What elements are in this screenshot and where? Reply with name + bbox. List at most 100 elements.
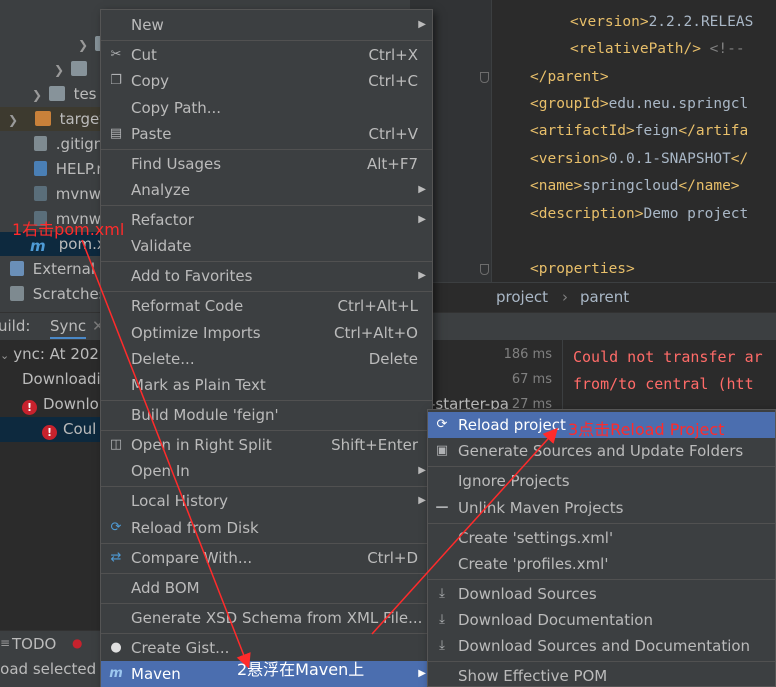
menu-item-cut[interactable]: ✂ Cut Ctrl+X bbox=[101, 42, 432, 68]
error-icon: ! bbox=[22, 400, 37, 415]
menu-item-delete[interactable]: Delete... Delete bbox=[101, 346, 432, 372]
menu-item-download-docs[interactable]: ⤓ Download Documentation bbox=[428, 607, 775, 633]
menu-item-generate-sources[interactable]: ▣ Generate Sources and Update Folders bbox=[428, 438, 775, 464]
chevron-down-icon[interactable]: ⌄ bbox=[0, 349, 9, 362]
menu-item-find-usages[interactable]: Find Usages Alt+F7 bbox=[101, 151, 432, 177]
fold-marker-icon[interactable] bbox=[480, 264, 489, 275]
code-editor[interactable]: <version>2.2.2.RELEAS <relativePath/> <!… bbox=[410, 0, 776, 282]
tree-item[interactable]: Scratches bbox=[10, 282, 107, 306]
tree-item[interactable]: mvnw bbox=[34, 182, 101, 206]
breadcrumb: project › parent bbox=[410, 282, 776, 312]
menu-item-build-module[interactable]: Build Module 'feign' bbox=[101, 402, 432, 428]
split-icon: ◫ bbox=[109, 437, 123, 452]
menu-separator bbox=[101, 205, 432, 206]
menu-item-download-sources-docs[interactable]: ⤓ Download Sources and Documentation bbox=[428, 633, 775, 659]
menu-item-refactor[interactable]: Refactor ▶ bbox=[101, 207, 432, 233]
menu-item-create-settings[interactable]: Create 'settings.xml' bbox=[428, 525, 775, 551]
menu-item-open-right-split[interactable]: ◫ Open in Right Split Shift+Enter bbox=[101, 432, 432, 458]
menu-item-local-history[interactable]: Local History ▶ bbox=[101, 488, 432, 514]
menu-item-copy[interactable]: ❐ Copy Ctrl+C bbox=[101, 68, 432, 94]
tab-sync[interactable]: Sync bbox=[50, 317, 87, 339]
menu-item-compare-with[interactable]: ⇄ Compare With... Ctrl+D bbox=[101, 545, 432, 571]
menu-item-add-bom[interactable]: Add BOM bbox=[101, 575, 432, 601]
tree-item-target[interactable]: ❯ target bbox=[0, 107, 105, 132]
menu-item-new[interactable]: New ▶ bbox=[101, 12, 432, 38]
library-icon bbox=[10, 261, 24, 276]
chevron-right-icon[interactable]: ❯ bbox=[76, 33, 90, 57]
menu-item-open-in[interactable]: Open In ▶ bbox=[101, 458, 432, 484]
reload-icon: ⟳ bbox=[436, 417, 448, 432]
build-row[interactable]: ! Downlo bbox=[22, 392, 99, 417]
menu-separator bbox=[101, 633, 432, 634]
menu-separator bbox=[101, 486, 432, 487]
menu-item-paste[interactable]: ▤ Paste Ctrl+V bbox=[101, 121, 432, 147]
folder-icon bbox=[48, 86, 65, 101]
menu-item-show-effective-pom[interactable]: Show Effective POM bbox=[428, 663, 775, 687]
menu-separator bbox=[428, 523, 775, 524]
submenu-arrow-icon: ▶ bbox=[418, 270, 426, 281]
markdown-icon bbox=[34, 161, 47, 176]
menu-separator bbox=[428, 661, 775, 662]
menu-item-create-profiles[interactable]: Create 'profiles.xml' bbox=[428, 551, 775, 577]
maven-icon: m bbox=[109, 666, 123, 681]
menu-item-ignore-projects[interactable]: Ignore Projects bbox=[428, 468, 775, 494]
cut-icon: ✂ bbox=[110, 47, 122, 62]
menu-separator bbox=[101, 291, 432, 292]
code-line: <name>springcloud</name> bbox=[530, 178, 740, 194]
menu-item-copy-path[interactable]: Copy Path... bbox=[101, 95, 432, 121]
chevron-right-icon[interactable]: ❯ bbox=[30, 83, 44, 107]
menu-item-mark-plain-text[interactable]: Mark as Plain Text bbox=[101, 372, 432, 398]
submenu-arrow-icon: ▶ bbox=[418, 214, 426, 225]
download-icon: ⤓ bbox=[439, 638, 445, 653]
code-line: <version>2.2.2.RELEAS bbox=[570, 14, 754, 30]
shell-icon bbox=[34, 186, 47, 201]
timing-label: 67 ms bbox=[511, 372, 552, 387]
menu-item-unlink-maven[interactable]: — Unlink Maven Projects bbox=[428, 495, 775, 521]
tree-item[interactable]: ❯ tes bbox=[30, 82, 97, 106]
tree-item[interactable]: HELP.n bbox=[34, 157, 106, 181]
console-line: Could not transfer ar bbox=[573, 348, 763, 366]
annotation-step2: 2悬浮在Maven上 bbox=[237, 660, 365, 679]
menu-item-add-to-favorites[interactable]: Add to Favorites ▶ bbox=[101, 263, 432, 289]
tree-item[interactable]: .gitign bbox=[34, 132, 103, 156]
scratch-icon bbox=[10, 286, 24, 301]
menu-item-reformat-code[interactable]: Reformat Code Ctrl+Alt+L bbox=[101, 293, 432, 319]
chevron-right-icon[interactable]: ❯ bbox=[6, 108, 20, 132]
compare-icon: ⇄ bbox=[110, 550, 122, 565]
tree-item[interactable]: External L bbox=[10, 257, 108, 281]
maven-submenu: ⟳ Reload project ▣ Generate Sources and Up… bbox=[427, 409, 776, 687]
menu-item-download-sources[interactable]: ⤓ Download Sources bbox=[428, 581, 775, 607]
github-icon: ● bbox=[110, 640, 122, 655]
chevron-right-icon[interactable]: ❯ bbox=[52, 58, 66, 82]
menu-separator bbox=[101, 40, 432, 41]
file-icon bbox=[34, 136, 47, 151]
fold-marker-icon[interactable] bbox=[480, 72, 489, 83]
menu-item-generate-xsd[interactable]: Generate XSD Schema from XML File... bbox=[101, 605, 432, 631]
menu-item-reload-from-disk[interactable]: ⟳ Reload from Disk bbox=[101, 515, 432, 541]
reload-icon: ⟳ bbox=[110, 520, 122, 535]
tree-item[interactable]: ❯ bbox=[52, 57, 91, 81]
menu-item-validate[interactable]: Validate bbox=[101, 233, 432, 259]
submenu-arrow-icon: ▶ bbox=[418, 495, 426, 506]
context-menu: New ▶ ✂ Cut Ctrl+X ❐ Copy Ctrl+C Copy Path...… bbox=[100, 9, 433, 687]
build-row[interactable]: ⌄ ync: At 2021 bbox=[0, 342, 109, 367]
code-line: <properties> bbox=[530, 261, 635, 277]
folder-icon bbox=[70, 61, 87, 76]
problems-icon[interactable]: ● bbox=[72, 636, 82, 650]
download-icon: ⤓ bbox=[439, 586, 445, 601]
breadcrumb-item[interactable]: project bbox=[496, 285, 548, 309]
menu-item-analyze[interactable]: Analyze ▶ bbox=[101, 177, 432, 203]
menu-separator bbox=[101, 149, 432, 150]
minus-icon: — bbox=[435, 500, 449, 515]
submenu-arrow-icon: ▶ bbox=[418, 668, 426, 679]
breadcrumb-item[interactable]: parent bbox=[580, 285, 629, 309]
tab-todo[interactable]: TODO bbox=[12, 635, 56, 653]
code-line: <relativePath/> <!-- bbox=[570, 41, 745, 57]
code-line: <version>0.0.1-SNAPSHOT</ bbox=[530, 151, 749, 167]
menu-separator bbox=[101, 603, 432, 604]
build-row-selected[interactable]: ! Coul bbox=[0, 417, 100, 442]
build-row[interactable]: Downloadi bbox=[22, 367, 101, 392]
paste-icon: ▤ bbox=[109, 126, 123, 141]
annotation-step3: 3点击Reload Project bbox=[568, 420, 725, 439]
menu-item-optimize-imports[interactable]: Optimize Imports Ctrl+Alt+O bbox=[101, 320, 432, 346]
